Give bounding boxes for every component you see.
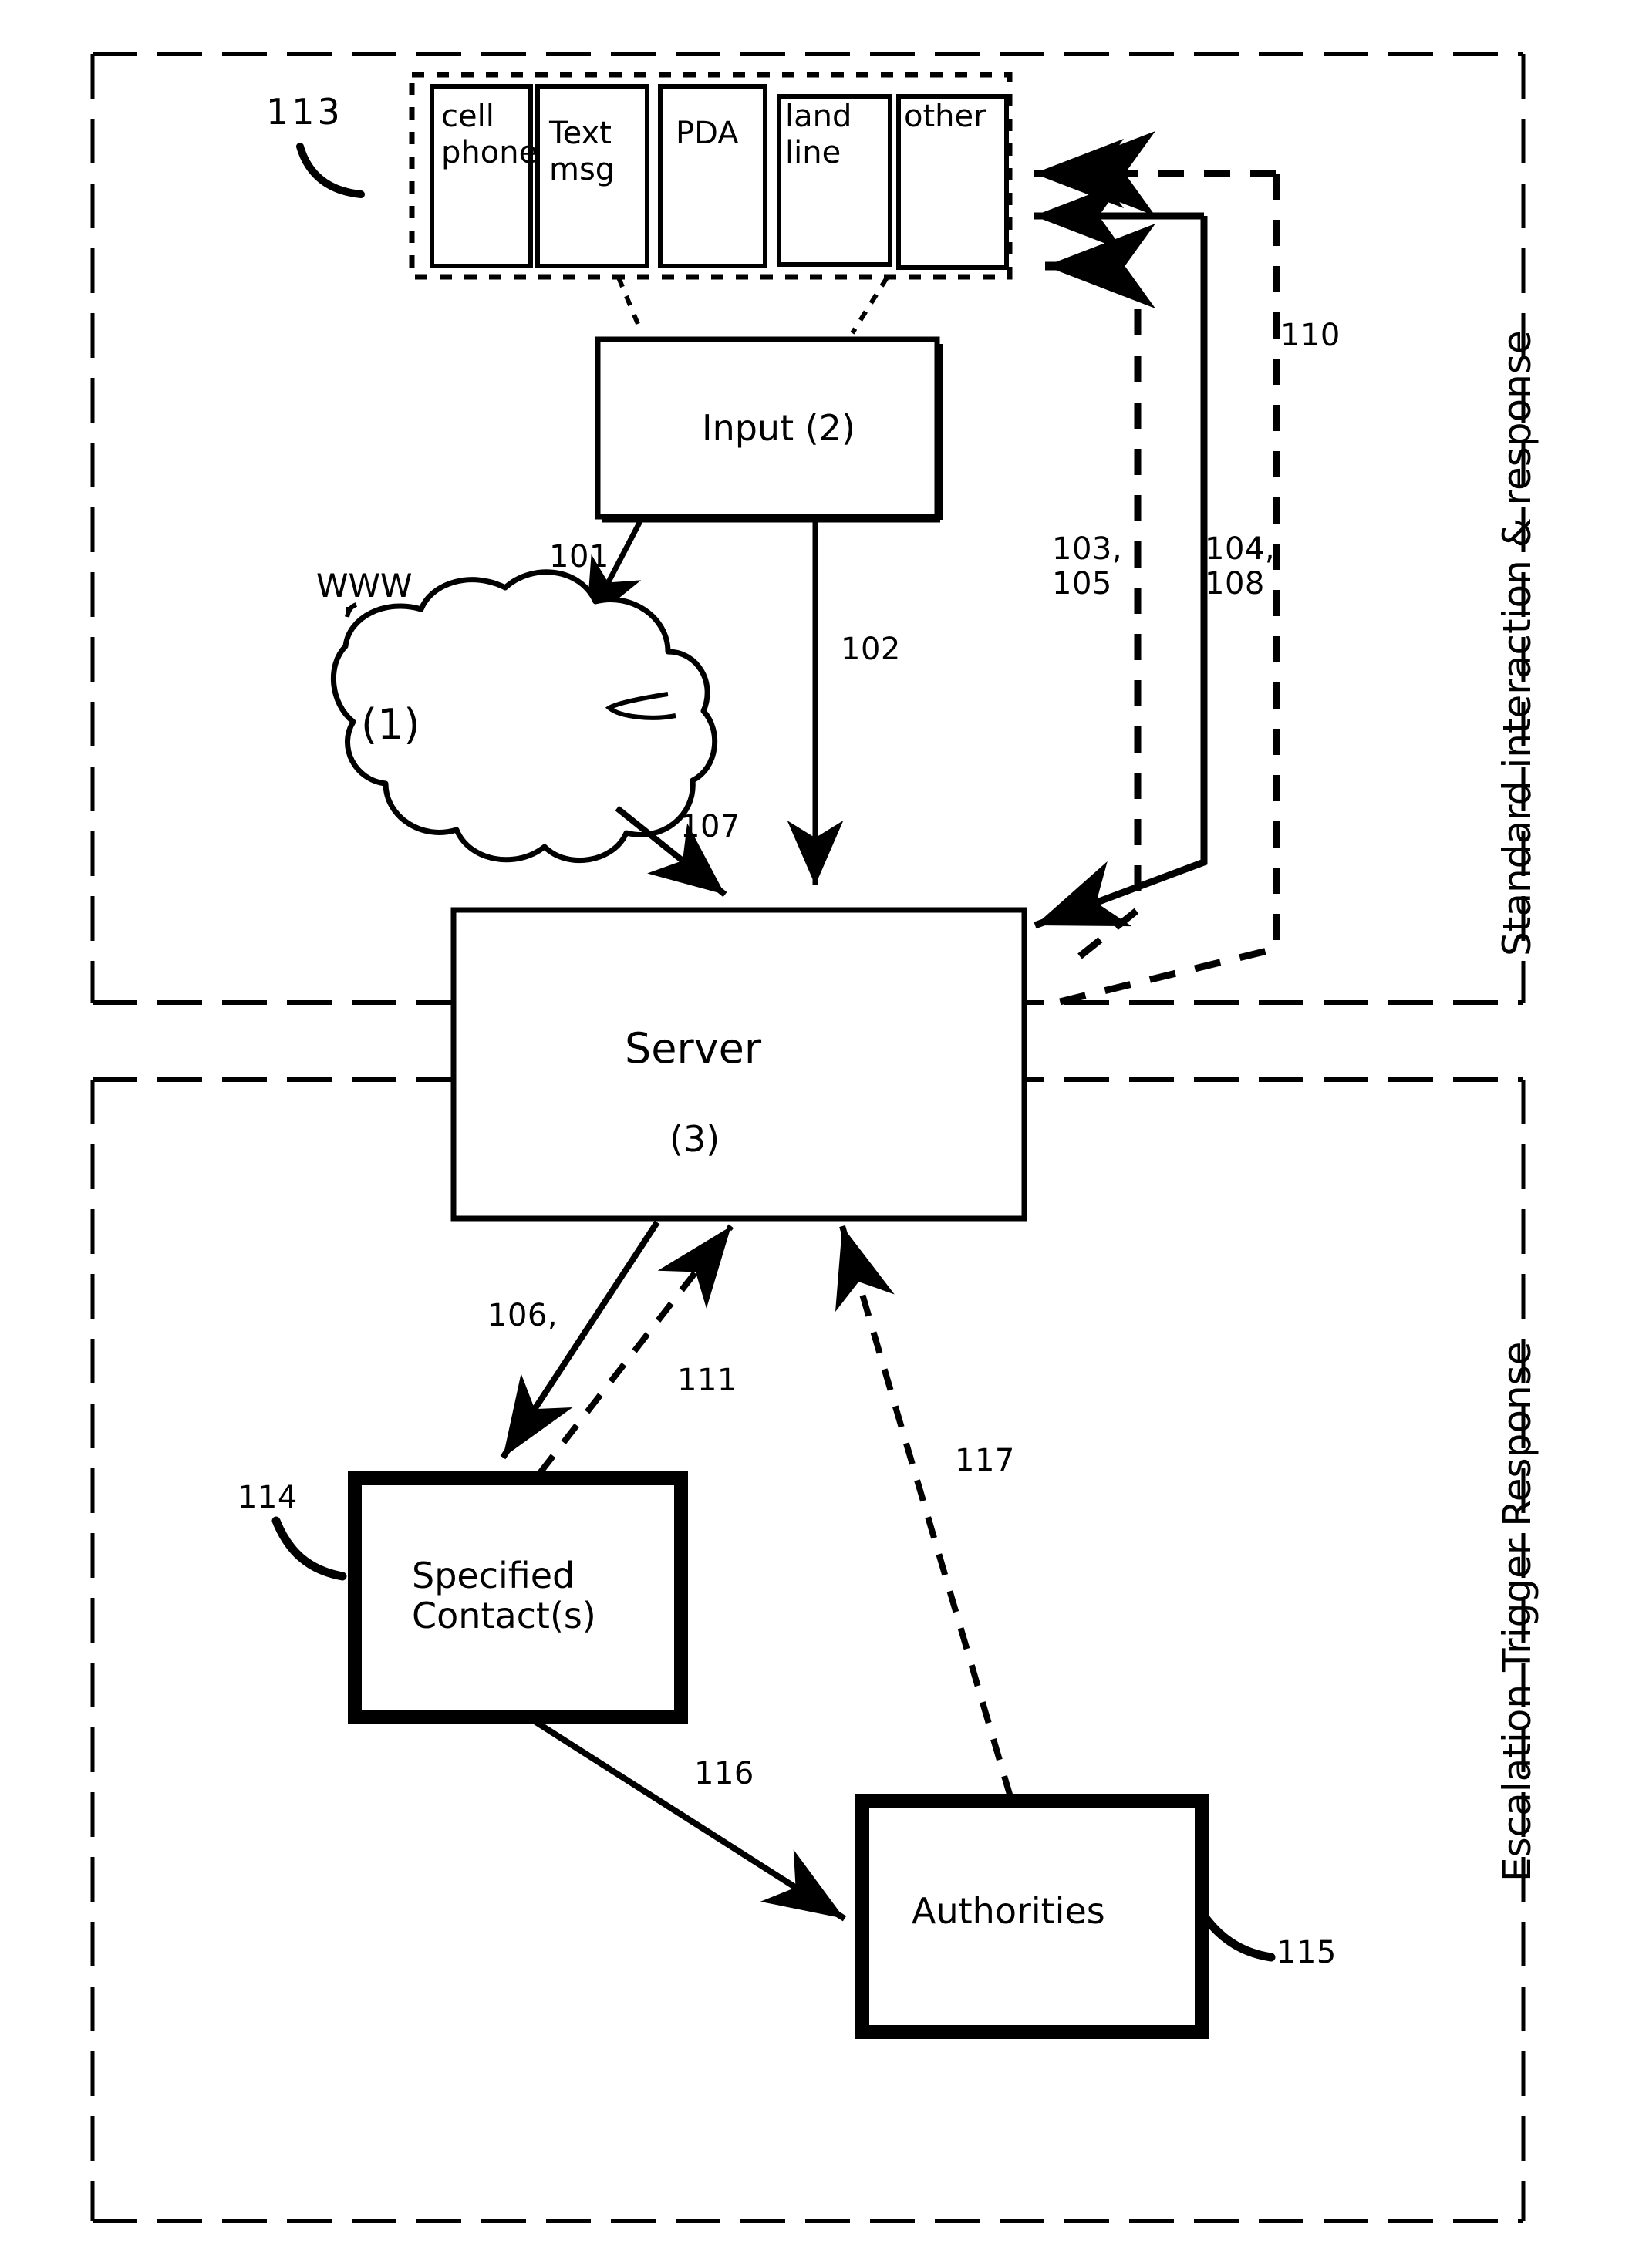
diagram-vector-layer bbox=[90, 52, 1526, 2223]
edge-label-102: 102 bbox=[841, 632, 901, 667]
edge-label-104-108: 104, 108 bbox=[1205, 531, 1276, 602]
server-sublabel: (3) bbox=[669, 1118, 720, 1160]
device-label-land-line: land line bbox=[785, 99, 852, 171]
device-label-text-msg: Text msg bbox=[549, 116, 615, 188]
device-label-pda: PDA bbox=[676, 116, 739, 151]
ref-115-leader bbox=[1197, 1908, 1276, 1962]
ref-113: 113 bbox=[266, 91, 343, 133]
ref-114-leader bbox=[271, 1516, 347, 1581]
edge-label-103-105: 103, 105 bbox=[1052, 531, 1123, 602]
edge-label-101: 101 bbox=[549, 539, 609, 575]
edge-103-105 bbox=[1077, 382, 1142, 959]
contacts-label: Specified Contact(s) bbox=[412, 1555, 596, 1636]
edge-label-110: 110 bbox=[1280, 318, 1341, 353]
figure-canvas: 113 cell phone Text msg PDA land line ot… bbox=[0, 0, 1639, 2268]
edge-116 bbox=[530, 1717, 847, 1922]
device-label-other: other bbox=[904, 99, 986, 134]
edge-label-106: 106, bbox=[487, 1298, 558, 1333]
cloud-label: (1) bbox=[361, 700, 420, 749]
ref-115: 115 bbox=[1276, 1935, 1337, 1970]
edge-111 bbox=[537, 1224, 734, 1475]
section-lower-frame bbox=[90, 1077, 1526, 2223]
edge-label-117: 117 bbox=[955, 1443, 1015, 1478]
input-box-label: Input (2) bbox=[702, 407, 855, 449]
device-label-cell-phone: cell phone bbox=[441, 99, 538, 171]
edge-106 bbox=[500, 1220, 660, 1460]
edge-label-111: 111 bbox=[677, 1363, 737, 1398]
authorities-label: Authorities bbox=[912, 1890, 1105, 1932]
ref-113-leader bbox=[296, 143, 365, 198]
section-label-upper: Standard interaction & response bbox=[1495, 330, 1540, 956]
section-label-lower: Escalation Trigger Response bbox=[1495, 1341, 1540, 1882]
edge-117 bbox=[835, 1225, 1013, 1798]
edge-label-116: 116 bbox=[694, 1756, 754, 1791]
edge-label-107: 107 bbox=[680, 809, 740, 844]
ref-114: 114 bbox=[238, 1480, 298, 1515]
server-label: Server bbox=[625, 1024, 762, 1073]
device-to-input-connectors bbox=[616, 276, 889, 335]
www-caption: WWW bbox=[316, 567, 413, 605]
